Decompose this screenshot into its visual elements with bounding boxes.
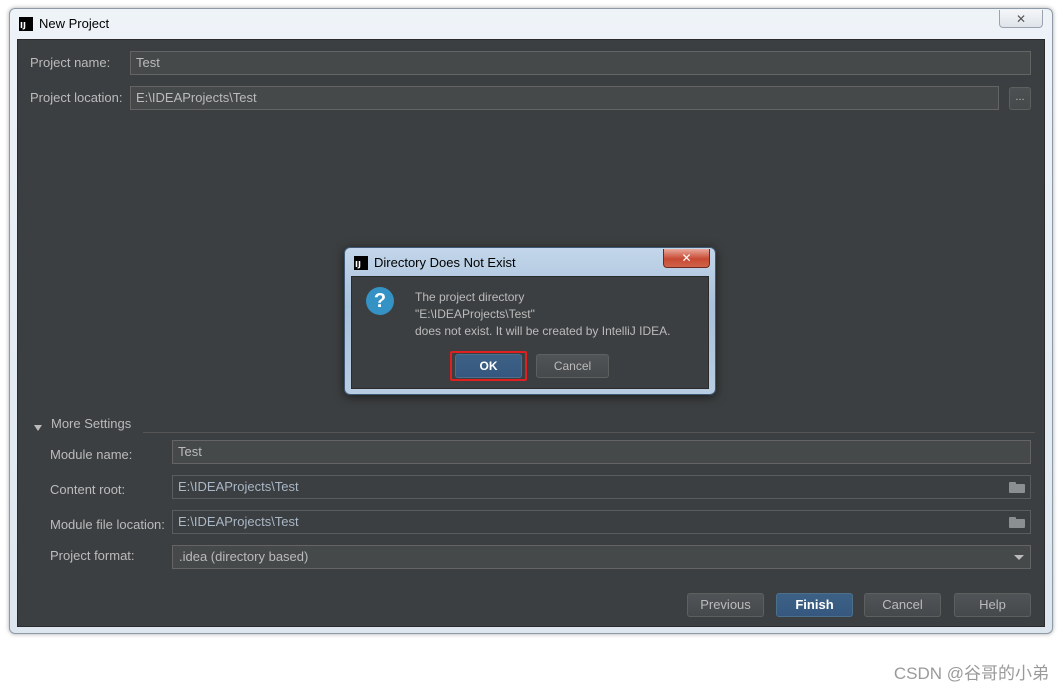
- csdn-watermark: CSDN @谷哥的小弟: [893, 664, 1049, 683]
- project-format-label: Project format:: [50, 548, 135, 563]
- project-format-select[interactable]: .idea (directory based): [172, 545, 1031, 569]
- module-file-location-input[interactable]: E:\IDEAProjects\Test: [172, 510, 1031, 534]
- chevron-down-icon: [1014, 555, 1024, 560]
- question-icon: ?: [366, 287, 394, 315]
- dialog-message-path: "E:\IDEAProjects\Test": [415, 307, 535, 321]
- project-location-input[interactable]: E:\IDEAProjects\Test: [130, 86, 999, 110]
- dialog-title: Directory Does Not Exist: [374, 255, 516, 270]
- module-name-input[interactable]: Test: [172, 440, 1031, 464]
- project-format-value: .idea (directory based): [179, 549, 309, 564]
- content-root-label: Content root:: [50, 482, 126, 497]
- module-name-label: Module name:: [50, 447, 133, 462]
- content-root-input[interactable]: E:\IDEAProjects\Test: [172, 475, 1031, 499]
- close-icon: ✕: [681, 251, 692, 265]
- dialog-message-line: The project directory: [415, 290, 525, 304]
- previous-button[interactable]: Previous: [687, 593, 764, 617]
- project-location-label: Project location:: [30, 90, 123, 105]
- more-settings-title[interactable]: More Settings: [51, 416, 131, 431]
- directory-not-exist-dialog: IJ Directory Does Not Exist ✕ ? The proj…: [344, 247, 716, 395]
- dialog-cancel-button[interactable]: Cancel: [536, 354, 609, 378]
- collapse-triangle-icon[interactable]: [34, 424, 42, 432]
- close-icon: ✕: [1015, 11, 1027, 26]
- dialog-body: ? The project directory "E:\IDEAProjects…: [351, 276, 709, 389]
- cancel-button[interactable]: Cancel: [864, 593, 941, 617]
- project-name-label: Project name:: [30, 55, 111, 70]
- project-name-input[interactable]: Test: [130, 51, 1031, 75]
- ok-button[interactable]: OK: [455, 354, 522, 378]
- dialog-close-button[interactable]: ✕: [663, 249, 710, 268]
- folder-icon[interactable]: [1009, 517, 1025, 528]
- folder-icon[interactable]: [1009, 482, 1025, 493]
- finish-button[interactable]: Finish: [776, 593, 853, 617]
- window-title: New Project: [39, 16, 110, 31]
- browse-location-button[interactable]: ...: [1009, 87, 1031, 110]
- intellij-logo-icon: IJ: [19, 17, 33, 31]
- intellij-logo-icon: IJ: [354, 256, 368, 270]
- module-file-location-label: Module file location:: [50, 517, 165, 532]
- help-button[interactable]: Help: [954, 593, 1031, 617]
- dialog-message-line: does not exist. It will be created by In…: [415, 324, 671, 338]
- section-divider: [143, 432, 1035, 433]
- window-titlebar[interactable]: IJ New Project ✕: [10, 9, 1052, 39]
- window-close-button[interactable]: ✕: [999, 10, 1043, 28]
